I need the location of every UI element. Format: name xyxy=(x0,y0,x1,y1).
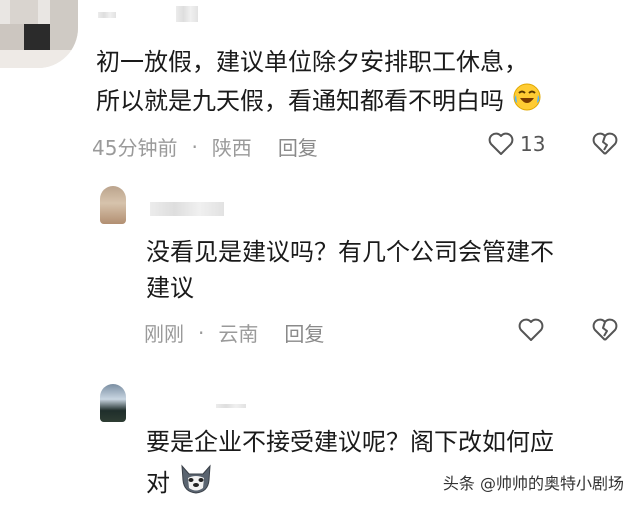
like-button[interactable] xyxy=(518,318,544,342)
like-count: 13 xyxy=(520,132,546,156)
separator: · xyxy=(198,320,205,345)
heart-outline-icon xyxy=(518,318,544,342)
username-blurred xyxy=(176,6,198,22)
avatar[interactable] xyxy=(0,0,78,68)
username-blurred xyxy=(150,202,224,216)
husky-emoji-icon xyxy=(178,462,214,506)
dislike-button[interactable] xyxy=(592,132,618,156)
broken-heart-icon xyxy=(592,318,618,342)
comment-text: 建议 xyxy=(146,270,194,306)
comment-text: 所以就是九天假，看通知都看不明白吗 xyxy=(96,82,542,122)
dislike-button[interactable] xyxy=(592,318,618,342)
laughing-crying-emoji-icon xyxy=(512,82,542,122)
comment-meta: 45分钟前 · 陕西 回复 xyxy=(92,132,318,161)
comment-text: 对 xyxy=(146,462,214,506)
watermark: 头条 @帅帅的奥特小剧场 xyxy=(443,470,624,494)
comment-line: 建议 xyxy=(146,274,194,302)
avatar[interactable] xyxy=(100,186,126,224)
comment-meta: 刚刚 · 云南 回复 xyxy=(144,318,324,347)
username-blurred xyxy=(216,404,246,408)
location: 陕西 xyxy=(211,136,252,160)
username-blurred xyxy=(98,12,116,18)
comment-line: 所以就是九天假，看通知都看不明白吗 xyxy=(96,87,504,115)
broken-heart-icon xyxy=(592,132,618,156)
location: 云南 xyxy=(218,322,259,346)
reply-button[interactable]: 回复 xyxy=(278,132,318,161)
like-button[interactable]: 13 xyxy=(488,132,545,156)
separator: · xyxy=(191,134,198,159)
comment-text: 要是企业不接受建议呢？阁下改如何应 xyxy=(146,424,554,460)
comment-line: 对 xyxy=(146,469,170,497)
comment-line: 没看见是建议吗？有几个公司会管建不 xyxy=(146,238,554,266)
reply-button[interactable]: 回复 xyxy=(284,318,324,347)
timestamp: 刚刚 xyxy=(144,322,184,346)
heart-outline-icon xyxy=(488,132,514,156)
comment-line: 初一放假，建议单位除夕安排职工休息， xyxy=(96,48,528,76)
avatar[interactable] xyxy=(100,384,126,422)
comment-line: 要是企业不接受建议呢？阁下改如何应 xyxy=(146,428,554,456)
timestamp: 45分钟前 xyxy=(92,136,178,160)
comment-text: 初一放假，建议单位除夕安排职工休息， xyxy=(96,44,528,80)
watermark-text: 头条 @帅帅的奥特小剧场 xyxy=(442,474,624,493)
comment-text: 没看见是建议吗？有几个公司会管建不 xyxy=(146,234,554,270)
